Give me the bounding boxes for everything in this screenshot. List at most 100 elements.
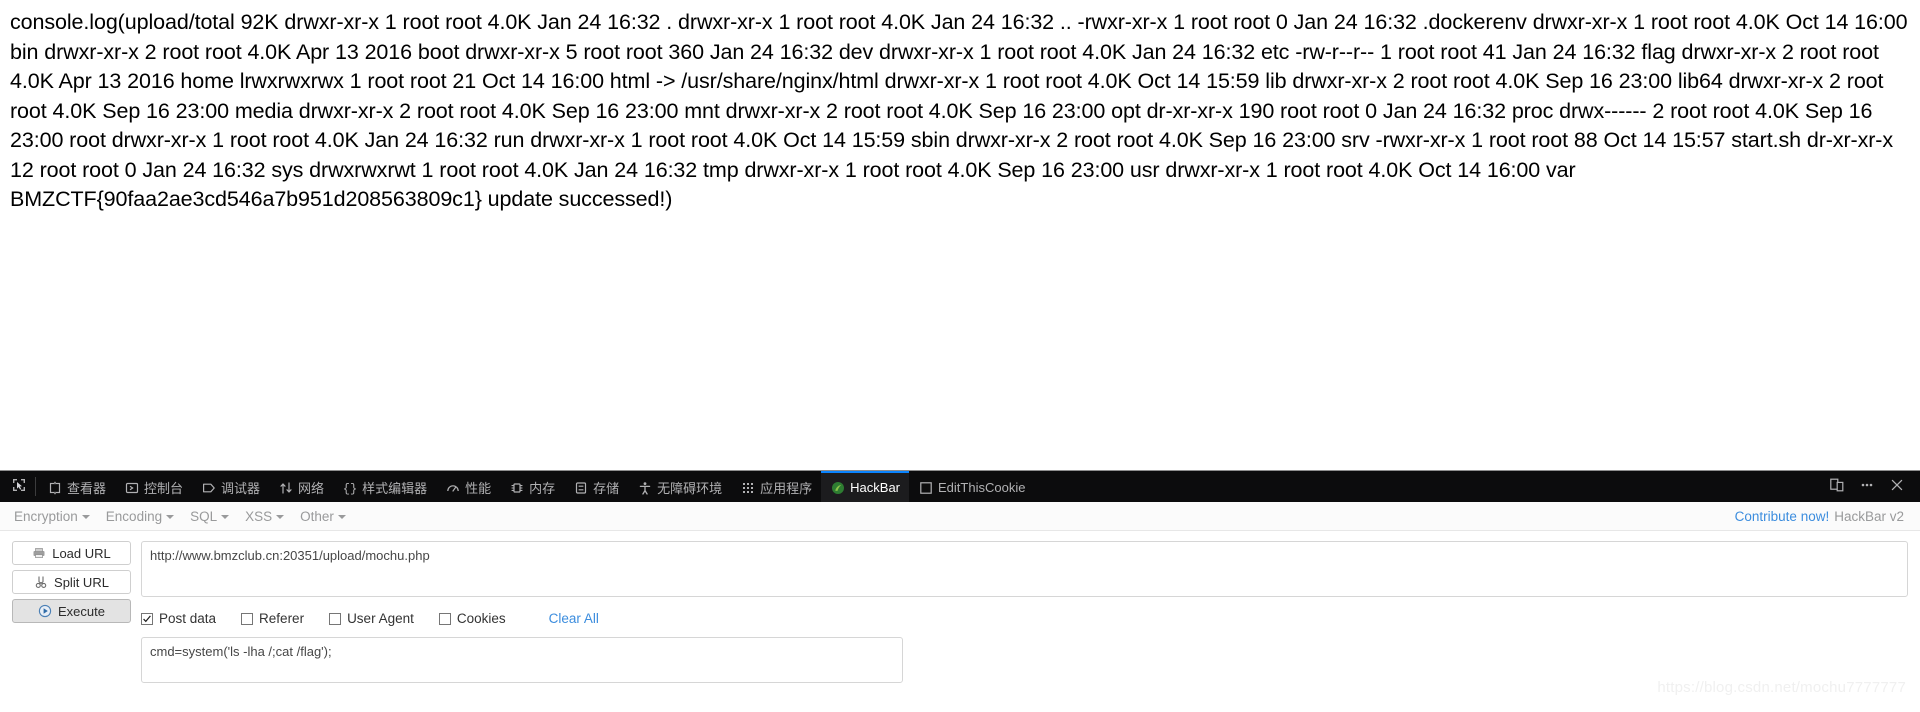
chevron-down-icon <box>337 515 346 519</box>
responsive-design-mode-button[interactable] <box>1822 471 1852 502</box>
application-icon <box>740 480 755 495</box>
button-label: Execute <box>58 603 105 619</box>
devtools-panel: 查看器 控制台 调试器 网络 {} 样式编辑器 性能 内存 存储 无障碍环境 应… <box>0 470 1920 712</box>
devtools-more-button[interactable] <box>1852 471 1882 502</box>
inspector-icon <box>47 480 62 495</box>
hackbar-body: Load URL Split URL Execute http://www.bm… <box>0 531 1920 683</box>
chevron-down-icon <box>276 515 285 519</box>
tab-label: 网络 <box>298 481 325 496</box>
execute-button[interactable]: Execute <box>12 599 131 623</box>
tab-label: 内存 <box>529 481 556 496</box>
tab-storage[interactable]: 存储 <box>564 471 628 502</box>
tab-label: 控制台 <box>144 481 184 496</box>
checkbox-cookies[interactable]: Cookies <box>438 611 506 626</box>
close-icon <box>1889 477 1905 496</box>
checkbox-user-agent[interactable]: User Agent <box>329 611 414 626</box>
checkbox-box[interactable] <box>141 612 153 625</box>
hackbar-options-row: Post data Referer User Agent Cookies Cle… <box>141 611 1908 626</box>
hackbar-action-buttons: Load URL Split URL Execute <box>12 541 131 683</box>
tab-label: 应用程序 <box>760 481 813 496</box>
menu-xss[interactable]: XSS <box>241 509 286 524</box>
console-icon <box>124 480 139 495</box>
console-log-output: console.log(upload/total 92K drwxr-xr-x … <box>10 10 1908 211</box>
checkbox-label: User Agent <box>347 611 414 626</box>
tab-application[interactable]: 应用程序 <box>731 471 821 502</box>
responsive-design-mode-icon <box>1829 477 1845 496</box>
split-url-button[interactable]: Split URL <box>12 570 131 594</box>
checkbox-box[interactable] <box>438 612 451 625</box>
storage-icon <box>573 480 588 495</box>
meatball-menu-icon <box>1859 477 1875 496</box>
menu-encoding[interactable]: Encoding <box>102 509 176 524</box>
hackbar-inputs: Post data Referer User Agent Cookies C <box>131 541 1908 683</box>
tab-console[interactable]: 控制台 <box>115 471 192 502</box>
checkbox-referer[interactable]: Referer <box>241 611 304 626</box>
tab-network[interactable]: 网络 <box>269 471 333 502</box>
debugger-icon <box>201 480 216 495</box>
checkbox-box[interactable] <box>329 612 342 625</box>
load-url-button[interactable]: Load URL <box>12 541 131 565</box>
performance-icon <box>445 480 460 495</box>
tab-label: EditThisCookie <box>938 480 1026 495</box>
url-input[interactable] <box>141 541 1908 597</box>
browser-page-viewport: console.log(upload/total 92K drwxr-xr-x … <box>0 0 1920 470</box>
checkbox-label: Referer <box>259 611 305 626</box>
checkbox-label: Post data <box>159 611 217 626</box>
element-picker-icon <box>11 477 27 496</box>
checkbox-box[interactable] <box>241 612 254 625</box>
element-picker-button[interactable] <box>0 471 35 502</box>
devtools-toolbar: 查看器 控制台 调试器 网络 {} 样式编辑器 性能 内存 存储 无障碍环境 应… <box>0 471 1920 502</box>
svg-text:{}: {} <box>343 482 357 495</box>
memory-icon <box>509 480 524 495</box>
checkbox-post-data[interactable]: Post data <box>141 611 216 626</box>
chevron-down-icon <box>81 515 90 519</box>
tab-label: 样式编辑器 <box>362 481 428 496</box>
menu-label: Encoding <box>105 508 163 524</box>
checkbox-label: Cookies <box>456 611 506 626</box>
tab-label: 查看器 <box>67 481 107 496</box>
menu-other[interactable]: Other <box>296 509 348 524</box>
tab-inspector[interactable]: 查看器 <box>38 471 115 502</box>
tab-label: 调试器 <box>221 481 261 496</box>
devtools-toolbar-actions <box>1822 471 1920 502</box>
hackbar-menu-right: Contribute now! HackBar v2 <box>1735 509 1910 524</box>
menu-label: Encryption <box>14 508 78 524</box>
accessibility-icon <box>637 480 652 495</box>
split-url-icon <box>34 575 48 589</box>
tab-label: 无障碍环境 <box>657 481 723 496</box>
devtools-tab-list: 查看器 控制台 调试器 网络 {} 样式编辑器 性能 内存 存储 无障碍环境 应… <box>38 471 1034 502</box>
network-icon <box>278 480 293 495</box>
menu-encryption[interactable]: Encryption <box>10 509 92 524</box>
chevron-down-icon <box>166 515 175 519</box>
menu-label: XSS <box>245 508 273 524</box>
hackbar-icon <box>830 480 845 495</box>
tab-label: 存储 <box>593 481 620 496</box>
cookie-icon <box>918 480 933 495</box>
tab-label: HackBar <box>850 480 901 495</box>
menu-label: Other <box>300 508 334 524</box>
button-label: Load URL <box>52 545 111 561</box>
clear-all-link[interactable]: Clear All <box>549 611 599 626</box>
tab-label: 性能 <box>465 481 492 496</box>
tab-performance[interactable]: 性能 <box>436 471 500 502</box>
devtools-close-button[interactable] <box>1882 471 1912 502</box>
chevron-down-icon <box>221 515 230 519</box>
tab-accessibility[interactable]: 无障碍环境 <box>628 471 731 502</box>
tab-editthiscookie[interactable]: EditThisCookie <box>909 471 1034 502</box>
tab-debugger[interactable]: 调试器 <box>192 471 269 502</box>
hackbar-menu-bar: Encryption Encoding SQL XSS Other Contri… <box>0 502 1920 531</box>
post-data-input[interactable] <box>141 637 903 683</box>
tab-style-editor[interactable]: {} 样式编辑器 <box>333 471 436 502</box>
tab-memory[interactable]: 内存 <box>500 471 564 502</box>
menu-sql[interactable]: SQL <box>186 509 231 524</box>
hackbar-panel: Encryption Encoding SQL XSS Other Contri… <box>0 502 1920 712</box>
hackbar-version-label: HackBar v2 <box>1834 508 1904 524</box>
menu-label: SQL <box>190 508 218 524</box>
execute-icon <box>38 604 52 618</box>
style-editor-icon: {} <box>342 480 357 495</box>
toolbar-divider <box>35 477 36 496</box>
tab-hackbar[interactable]: HackBar <box>821 471 910 502</box>
contribute-link[interactable]: Contribute now! <box>1735 509 1830 524</box>
button-label: Split URL <box>54 574 109 590</box>
